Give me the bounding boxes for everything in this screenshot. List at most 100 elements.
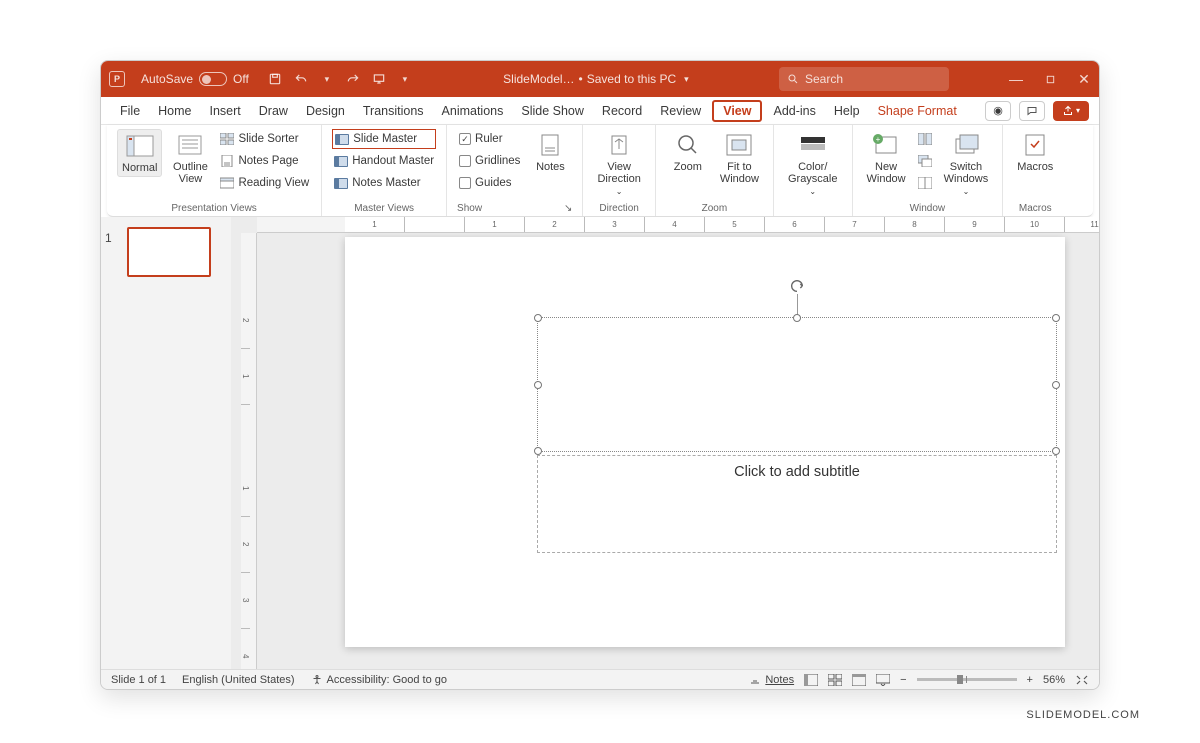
- notes-toggle-icon: [749, 674, 761, 686]
- notes-toggle[interactable]: Notes: [749, 674, 794, 686]
- document-title: SlideModel…: [503, 72, 574, 86]
- autosave-toggle[interactable]: AutoSave Off: [133, 72, 257, 86]
- watermark: SLIDEMODEL.COM: [1026, 709, 1140, 721]
- fit-window-icon: [726, 134, 752, 156]
- present-icon[interactable]: [371, 71, 387, 87]
- move-split-button[interactable]: [916, 173, 934, 193]
- outline-view-button[interactable]: Outline View: [168, 129, 212, 187]
- checkbox-icon: [459, 177, 471, 189]
- slide-canvas[interactable]: Click to add subtitle: [345, 237, 1065, 647]
- slide-canvas-area[interactable]: 11234567891011 211234 Click: [231, 217, 1099, 669]
- undo-icon[interactable]: [293, 71, 309, 87]
- gridlines-checkbox[interactable]: Gridlines: [457, 151, 522, 171]
- notes-button[interactable]: Notes: [528, 129, 572, 175]
- close-button[interactable]: ✕: [1077, 72, 1091, 86]
- search-icon: [787, 73, 799, 85]
- title-placeholder[interactable]: [537, 317, 1057, 452]
- search-input[interactable]: Search: [779, 67, 949, 91]
- view-direction-button[interactable]: View Direction⌄: [593, 129, 644, 198]
- tab-slideshow[interactable]: Slide Show: [512, 97, 593, 124]
- qat-overflow-icon[interactable]: ▾: [397, 71, 413, 87]
- powerpoint-app-icon: P: [109, 71, 125, 87]
- handout-master-button[interactable]: Handout Master: [332, 151, 436, 171]
- ribbon: Normal Outline View Slide Sorter Notes P…: [107, 125, 1093, 217]
- share-button[interactable]: ▾: [1053, 101, 1089, 121]
- selection-handle[interactable]: [793, 314, 801, 322]
- slideshow-mini-button[interactable]: [876, 674, 890, 686]
- tab-insert[interactable]: Insert: [201, 97, 250, 124]
- notes-page-icon: [220, 155, 234, 167]
- tab-shape-format[interactable]: Shape Format: [869, 97, 966, 124]
- slide-sorter-button[interactable]: Slide Sorter: [218, 129, 311, 149]
- tab-record[interactable]: Record: [593, 97, 651, 124]
- tab-draw[interactable]: Draw: [250, 97, 297, 124]
- group-label-show: Show: [457, 203, 482, 214]
- ribbon-tabs: File Home Insert Draw Design Transitions…: [101, 97, 1099, 125]
- save-icon[interactable]: [267, 71, 283, 87]
- title-dropdown-icon[interactable]: ▾: [684, 74, 689, 85]
- normal-view-button[interactable]: Normal: [117, 129, 162, 177]
- language-status[interactable]: English (United States): [182, 674, 295, 686]
- color-grayscale-button[interactable]: Color/ Grayscale⌄: [784, 129, 842, 198]
- macros-button[interactable]: Macros: [1013, 129, 1057, 175]
- color-grayscale-icon: [800, 136, 826, 154]
- selection-handle[interactable]: [534, 314, 542, 322]
- view-direction-icon: [608, 134, 630, 156]
- slide-thumbnail-panel[interactable]: 1: [101, 217, 231, 669]
- slide-sorter-icon: [220, 133, 234, 145]
- selection-handle[interactable]: [534, 381, 542, 389]
- slide-thumbnail-1[interactable]: [127, 227, 211, 277]
- new-window-icon: +: [873, 134, 899, 156]
- tab-view[interactable]: View: [712, 100, 762, 122]
- arrange-all-button[interactable]: [916, 129, 934, 149]
- status-bar: Slide 1 of 1 English (United States) Acc…: [101, 669, 1099, 689]
- tab-transitions[interactable]: Transitions: [354, 97, 433, 124]
- tab-file[interactable]: File: [111, 97, 149, 124]
- guides-checkbox[interactable]: Guides: [457, 173, 522, 193]
- undo-dropdown-icon[interactable]: ▾: [319, 71, 335, 87]
- zoom-button[interactable]: Zoom: [666, 129, 710, 175]
- switch-windows-icon: [953, 134, 979, 156]
- minimize-button[interactable]: —: [1009, 72, 1023, 86]
- selection-handle[interactable]: [534, 447, 542, 455]
- reading-view-mini-button[interactable]: [852, 674, 866, 686]
- normal-view-mini-button[interactable]: [804, 674, 818, 686]
- selection-handle[interactable]: [1052, 381, 1060, 389]
- fit-slide-button[interactable]: [1075, 674, 1089, 686]
- zoom-percent[interactable]: 56%: [1043, 674, 1065, 686]
- dialog-launcher-icon[interactable]: ↘: [564, 203, 572, 214]
- notes-master-button[interactable]: Notes Master: [332, 173, 436, 193]
- rotation-handle-icon[interactable]: [789, 278, 805, 294]
- ruler-checkbox[interactable]: ✓Ruler: [457, 129, 522, 149]
- redo-icon[interactable]: [345, 71, 361, 87]
- selection-handle[interactable]: [1052, 447, 1060, 455]
- cascade-button[interactable]: [916, 151, 934, 171]
- checkbox-checked-icon: ✓: [459, 133, 471, 145]
- save-status: Saved to this PC: [587, 72, 676, 86]
- slide-position[interactable]: Slide 1 of 1: [111, 674, 166, 686]
- tab-home[interactable]: Home: [149, 97, 200, 124]
- tab-review[interactable]: Review: [651, 97, 710, 124]
- zoom-in-button[interactable]: +: [1027, 674, 1033, 686]
- slide-master-button[interactable]: Slide Master: [332, 129, 436, 149]
- zoom-slider[interactable]: [917, 678, 1017, 681]
- selection-handle[interactable]: [1052, 314, 1060, 322]
- notes-page-button[interactable]: Notes Page: [218, 151, 311, 171]
- autosave-label: AutoSave: [141, 72, 193, 86]
- switch-windows-button[interactable]: Switch Windows⌄: [940, 129, 993, 198]
- comments-button[interactable]: [1019, 101, 1045, 121]
- zoom-out-button[interactable]: −: [900, 674, 906, 686]
- new-window-button[interactable]: + New Window: [863, 129, 910, 187]
- accessibility-status[interactable]: Accessibility: Good to go: [311, 674, 447, 686]
- sorter-view-mini-button[interactable]: [828, 674, 842, 686]
- checkbox-icon: [459, 155, 471, 167]
- tab-design[interactable]: Design: [297, 97, 354, 124]
- fit-to-window-button[interactable]: Fit to Window: [716, 129, 763, 187]
- reading-view-button[interactable]: Reading View: [218, 173, 311, 193]
- record-indicator-button[interactable]: ◉: [985, 101, 1011, 121]
- tab-addins[interactable]: Add-ins: [764, 97, 824, 124]
- tab-animations[interactable]: Animations: [433, 97, 513, 124]
- maximize-button[interactable]: [1043, 72, 1057, 86]
- tab-help[interactable]: Help: [825, 97, 869, 124]
- subtitle-placeholder[interactable]: Click to add subtitle: [537, 455, 1057, 553]
